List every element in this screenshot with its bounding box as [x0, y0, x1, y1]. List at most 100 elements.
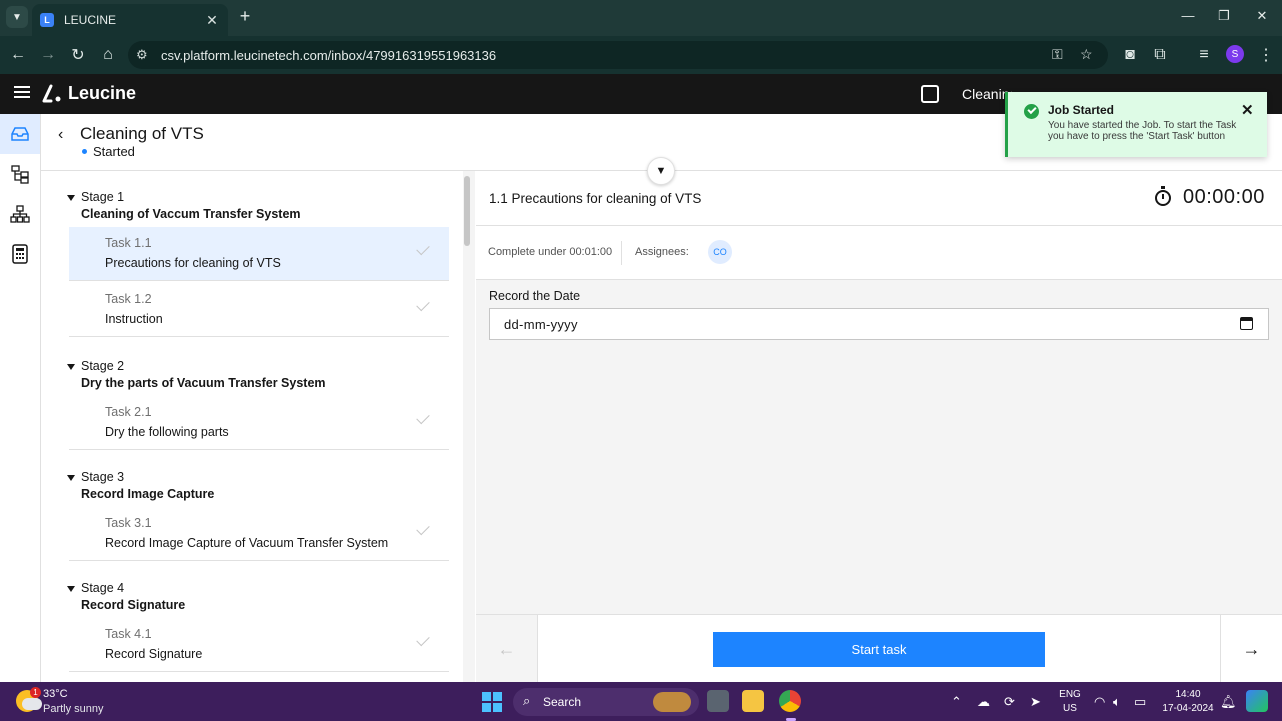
job-status: Started — [93, 144, 135, 159]
search-icon: ⌕ — [523, 693, 531, 708]
check-icon — [416, 297, 430, 312]
back-chevron-icon[interactable]: ‹ — [58, 126, 70, 143]
record-date-label: Record the Date — [489, 289, 581, 303]
task-name: Record Image Capture of Vacuum Transfer … — [105, 536, 389, 550]
assignee-avatar[interactable]: CO — [708, 240, 732, 264]
task-header: 1.1 Precautions for cleaning of VTS 00:0… — [476, 171, 1282, 226]
record-date-input[interactable]: dd-mm-yyyy — [489, 308, 1269, 340]
browser-address-bar: ← → ↻ ⌂ ⚙ csv.platform.leucinetech.com/i… — [0, 36, 1282, 74]
caret-down-icon[interactable] — [67, 364, 75, 370]
weather-cloud-icon — [22, 698, 42, 710]
calculator-icon — [12, 244, 28, 264]
collapse-chevron-icon[interactable]: ▼ — [647, 157, 675, 185]
wifi-icon[interactable]: ◠ — [1094, 694, 1105, 710]
menu-dots-icon[interactable]: ⋮ — [1256, 45, 1276, 65]
reports-nav-item[interactable] — [0, 234, 40, 274]
task-item-1-1[interactable]: Task 1.1 Precautions for cleaning of VTS — [69, 227, 449, 281]
onedrive-cloud-icon[interactable]: ☁ — [977, 694, 990, 710]
sync-icon[interactable]: ⟳ — [1004, 694, 1015, 710]
caret-down-icon[interactable] — [67, 586, 75, 592]
task-footer: ← Start task → — [476, 614, 1282, 683]
caret-down-icon[interactable] — [67, 195, 75, 201]
minimize-icon[interactable]: — — [1178, 8, 1198, 23]
toast-message: You have started the Job. To start the T… — [1048, 120, 1237, 142]
location-icon[interactable]: ➤ — [1030, 694, 1041, 710]
stage-number: Stage 4 — [81, 581, 125, 595]
qr-scan-icon[interactable] — [921, 85, 939, 103]
leucine-favicon-icon: L — [40, 13, 54, 27]
toast-title: Job Started — [1048, 103, 1115, 117]
lang-top[interactable]: ENG — [1057, 689, 1083, 700]
browser-tab[interactable]: L LEUCINE ✕ — [32, 4, 228, 36]
volume-icon[interactable]: 🔈︎ — [1113, 694, 1121, 710]
file-explorer-icon[interactable] — [742, 690, 764, 712]
date-placeholder: dd-mm-yyyy — [504, 317, 578, 332]
ontology-nav-item[interactable] — [0, 194, 40, 234]
password-key-icon[interactable]: ⚿ — [1052, 46, 1063, 63]
reload-icon[interactable]: ↻ — [68, 45, 88, 65]
tab-close-icon[interactable]: ✕ — [204, 12, 220, 29]
task-timer: 00:00:00 — [1183, 186, 1265, 208]
weather-temperature[interactable]: 33°C — [43, 688, 68, 700]
task-number: Task 3.1 — [105, 516, 152, 530]
tray-chevron-icon[interactable]: ⌃ — [951, 694, 962, 710]
browser-tab-bar: ▼ L LEUCINE ✕ + — ❐ ✕ — [0, 0, 1282, 36]
task-meta-bar: Complete under 00:01:00 Assignees: CO — [476, 226, 1282, 280]
success-check-icon — [1024, 104, 1039, 119]
scrollbar-thumb[interactable] — [464, 176, 470, 246]
tab-search-icon[interactable]: ▼ — [6, 6, 28, 28]
stage-list-scrollbar[interactable] — [463, 171, 475, 682]
media-icon[interactable]: ≡ — [1194, 45, 1214, 65]
taskbar-search-label: Search — [543, 695, 582, 709]
task-item-2-1[interactable]: Task 2.1 Dry the following parts — [69, 396, 449, 450]
clock-time[interactable]: 14:40 — [1160, 689, 1216, 700]
window-close-icon[interactable]: ✕ — [1252, 8, 1272, 24]
url-bar[interactable]: ⚙ csv.platform.leucinetech.com/inbox/479… — [128, 41, 1108, 69]
toast-close-icon[interactable]: ✕ — [1241, 101, 1254, 119]
job-started-toast: Job Started You have started the Job. To… — [1005, 92, 1267, 157]
task-body: Record the Date dd-mm-yyyy — [476, 280, 1282, 614]
new-tab-icon[interactable]: + — [236, 6, 254, 27]
camera-icon[interactable]: ◙ — [1120, 45, 1140, 65]
lang-bottom[interactable]: US — [1057, 703, 1083, 714]
check-icon — [416, 241, 430, 256]
chrome-icon[interactable] — [779, 690, 801, 712]
status-dot — [82, 149, 87, 154]
home-icon[interactable]: ⌂ — [98, 45, 118, 65]
os-taskbar: 1 33°C Partly sunny ⌕ Search ⌃ ☁ ⟳ ➤ ENG… — [0, 682, 1282, 721]
profile-avatar[interactable]: S — [1226, 45, 1244, 63]
restore-icon[interactable]: ❐ — [1214, 8, 1234, 24]
stage-name: Dry the parts of Vacuum Transfer System — [81, 376, 326, 390]
hamburger-menu-icon[interactable] — [14, 86, 30, 100]
checklist-nav-item[interactable] — [0, 154, 40, 194]
task-title: 1.1 Precautions for cleaning of VTS — [489, 191, 702, 206]
copilot-icon[interactable] — [1246, 690, 1268, 712]
previous-task-arrow-icon[interactable]: ← — [476, 615, 538, 683]
stage-number: Stage 1 — [81, 190, 125, 204]
forward-arrow-icon[interactable]: → — [38, 45, 58, 65]
search-highlight-icon — [653, 692, 691, 712]
assignees-label: Assignees: — [635, 246, 689, 258]
bookmark-star-icon[interactable]: ☆ — [1080, 46, 1093, 63]
back-arrow-icon[interactable]: ← — [8, 45, 28, 65]
site-settings-icon[interactable]: ⚙ — [136, 47, 148, 63]
weather-description[interactable]: Partly sunny — [43, 703, 104, 715]
complete-under-text: Complete under 00:01:00 — [488, 246, 613, 258]
task-item-3-1[interactable]: Task 3.1 Record Image Capture of Vacuum … — [69, 507, 449, 561]
notification-bell-icon[interactable]: 🔔︎ — [1220, 694, 1237, 710]
battery-icon[interactable]: ▭ — [1134, 694, 1146, 710]
task-view-icon[interactable] — [707, 690, 729, 712]
extensions-icon[interactable]: ⧉ — [1150, 45, 1170, 65]
task-item-1-2[interactable]: Task 1.2 Instruction — [69, 283, 449, 337]
weather-badge: 1 — [30, 687, 41, 698]
windows-start-icon[interactable] — [482, 692, 502, 712]
clock-date[interactable]: 17-04-2024 — [1160, 703, 1216, 714]
caret-down-icon[interactable] — [67, 475, 75, 481]
url-text[interactable]: csv.platform.leucinetech.com/inbox/47991… — [161, 48, 496, 63]
calendar-icon[interactable] — [1240, 317, 1253, 330]
taskbar-search[interactable]: ⌕ Search — [513, 688, 699, 716]
task-item-4-1[interactable]: Task 4.1 Record Signature — [69, 618, 449, 672]
inbox-nav-item[interactable] — [0, 114, 40, 154]
next-task-arrow-icon[interactable]: → — [1220, 615, 1282, 683]
start-task-button[interactable]: Start task — [713, 632, 1045, 667]
